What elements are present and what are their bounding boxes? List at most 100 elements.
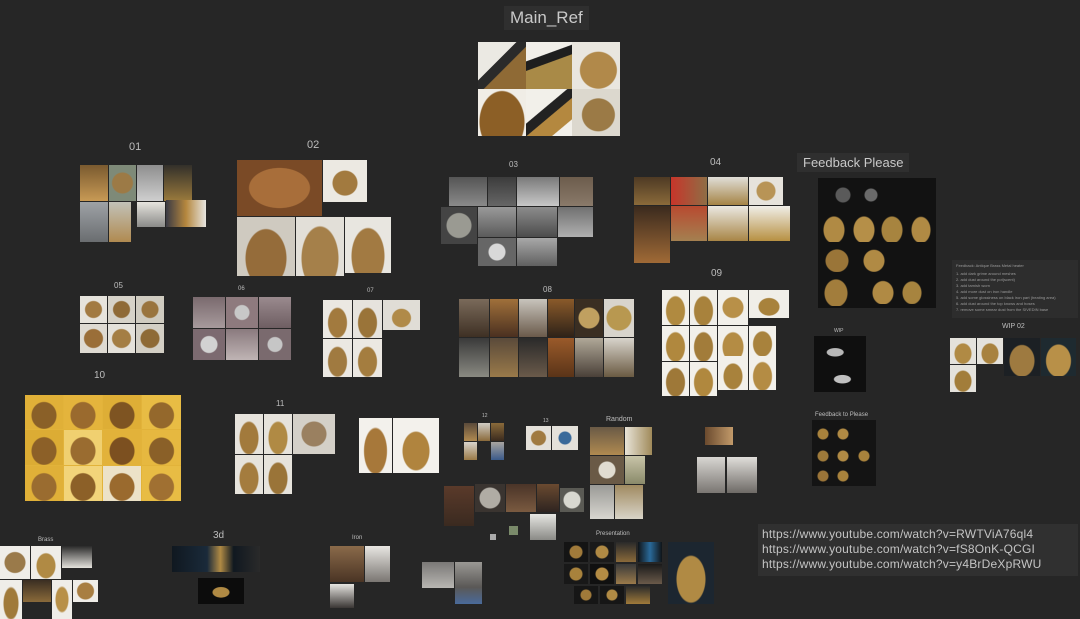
group-06-image-4[interactable] [193,329,225,360]
group-11-image-5[interactable] [264,455,292,494]
wip-image-2[interactable] [816,366,864,390]
group-01-image-6[interactable] [109,202,131,242]
group-09[interactable] [662,290,789,396]
main-ref-image-3[interactable] [572,42,620,89]
group-10-image-9[interactable] [25,466,63,501]
group-14[interactable] [526,426,578,450]
brass-image-3[interactable] [62,546,92,568]
group-09-image-9[interactable] [662,362,689,396]
group-07-image-4[interactable] [323,339,352,377]
feedback-image-3[interactable] [820,212,848,242]
group-09-image-4[interactable] [749,290,789,318]
presentation-image-4[interactable] [638,542,662,562]
group-08-image-8[interactable] [490,338,518,377]
main-ref-group[interactable] [478,42,620,136]
group-10-image-11[interactable] [103,466,141,501]
group-03-image-8[interactable] [558,207,593,237]
presentation-image-1[interactable] [564,542,588,562]
wip02-image-1[interactable] [950,338,976,364]
group-08-image-2[interactable] [490,299,518,337]
group-08-image-5[interactable] [575,299,603,337]
group-03-image-4[interactable] [560,177,593,206]
presentation-image-9[interactable] [574,586,598,604]
feedback-small-image-4[interactable] [834,446,852,466]
group-02-image-5[interactable] [345,217,391,273]
group-05-image-4[interactable] [80,324,107,353]
iron-image-1[interactable] [330,546,364,582]
scatter-small-1[interactable] [509,526,518,535]
group-05[interactable] [80,296,164,353]
group-02-image-1[interactable] [237,160,322,216]
grey-photo-1[interactable] [422,562,454,588]
brass-image-4[interactable] [0,580,22,619]
group-07-image-5[interactable] [353,339,382,377]
feedback-small-group[interactable] [812,420,876,486]
feedback-image-11[interactable] [898,276,926,304]
group-01-image-3[interactable] [137,165,163,201]
group-05-image-5[interactable] [108,324,135,353]
group-02[interactable] [237,160,391,276]
feedback-image-6[interactable] [908,212,934,242]
wip-group[interactable] [814,336,866,392]
group-08-image-9[interactable] [519,338,547,377]
wip02-image-4[interactable] [1004,338,1040,376]
presentation-group[interactable] [564,540,714,604]
group-04-image-1[interactable] [634,177,670,205]
group-04-image-3[interactable] [708,177,748,205]
group-14-image-2[interactable] [552,426,578,450]
group-03-image-1[interactable] [449,177,487,206]
feedback-small-image-3[interactable] [814,446,832,466]
scatter-image-2[interactable] [475,484,505,512]
iron-image-3[interactable] [330,584,354,608]
feedback-small-image-7[interactable] [834,468,852,484]
group-09-image-3[interactable] [718,290,748,325]
group-07-image-3[interactable] [383,300,420,330]
group-04-image-8[interactable] [749,206,790,241]
group-04-image-7[interactable] [708,206,748,241]
group-03-image-9[interactable] [478,238,516,266]
random-group[interactable] [590,427,652,519]
group-11-image-1[interactable] [235,414,263,454]
group-07-image-1[interactable] [323,300,352,338]
brass-group[interactable] [0,546,98,619]
feedback-image-7[interactable] [820,244,854,272]
iron-image-2[interactable] [365,546,390,582]
group-13-image-5[interactable] [491,442,504,460]
group-01-image-4[interactable] [164,165,192,201]
main-ref-image-1[interactable] [478,42,526,89]
group-09-image-10[interactable] [690,362,717,396]
group-08-image-4[interactable] [548,299,574,337]
feedback-image-9[interactable] [820,274,852,306]
feedback-small-image-6[interactable] [814,468,832,484]
group-01-image-5[interactable] [80,202,108,242]
scatter-image-3[interactable] [506,484,536,512]
scatter-image-5[interactable] [560,488,584,512]
feedback-small-image-5[interactable] [854,446,874,466]
group-03-image-3[interactable] [517,177,559,206]
group-06-image-2[interactable] [226,297,258,328]
main-ref-image-6[interactable] [572,89,620,136]
group-04[interactable] [634,177,790,263]
presentation-image-11[interactable] [626,586,650,604]
group-08-image-1[interactable] [459,299,489,337]
feedback-small-image-1[interactable] [814,424,832,444]
reference-board[interactable]: Main_Ref 01 02 03 04 Feedback Please Fee… [0,0,1080,619]
group-02-image-2[interactable] [323,160,367,202]
group-07[interactable] [323,300,420,377]
group-13[interactable] [464,423,504,460]
group-05-image-2[interactable] [108,296,135,323]
group-09-image-8[interactable] [749,326,776,356]
youtube-link-3[interactable]: https://www.youtube.com/watch?v=y4BrDeXp… [762,557,1074,572]
group-03-image-10[interactable] [517,238,557,266]
wip02-image-5[interactable] [1041,338,1076,376]
group-01-image-7[interactable] [137,202,165,227]
group-06-image-5[interactable] [226,329,258,360]
wip-image-1[interactable] [816,338,864,364]
group-09-image-6[interactable] [690,326,717,361]
group-13-image-1[interactable] [464,423,477,441]
scatter-image-4[interactable] [537,484,559,512]
presentation-image-6[interactable] [590,564,614,584]
group-11-image-3[interactable] [293,414,335,454]
group-12-image-2[interactable] [393,418,439,473]
group-10-image-4[interactable] [142,395,181,429]
